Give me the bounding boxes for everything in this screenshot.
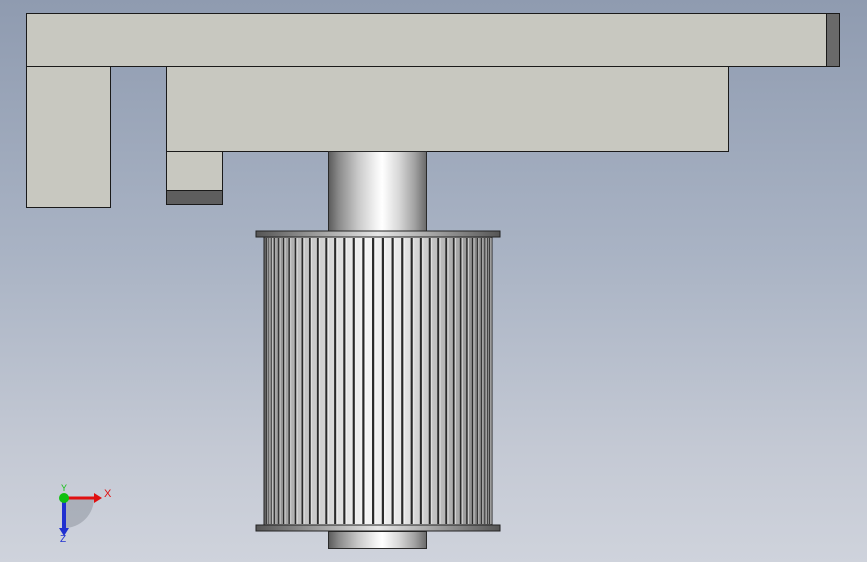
pulley-tooth-groove xyxy=(352,238,355,524)
pulley-tooth-groove xyxy=(445,238,448,524)
pulley-tooth-highlight xyxy=(327,238,329,524)
pulley-tooth-highlight xyxy=(461,238,463,524)
pulley-tooth-groove xyxy=(316,238,319,524)
pulley-tooth-groove xyxy=(372,238,375,524)
pulley-tooth-highlight xyxy=(447,238,449,524)
pulley-tooth-groove xyxy=(419,238,422,524)
top-plate-end-cap[interactable] xyxy=(826,13,840,67)
pulley-tooth-highlight xyxy=(431,238,433,524)
small-block-base[interactable] xyxy=(166,190,223,205)
pulley-tooth-highlight xyxy=(473,238,475,524)
pulley-tooth-highlight xyxy=(275,238,277,524)
pulley-tooth-highlight xyxy=(374,238,376,524)
cad-viewport[interactable]: X Y Z xyxy=(0,0,867,562)
pulley-tooth-groove xyxy=(487,238,488,524)
pulley-body xyxy=(263,236,493,526)
pulley-tooth-groove xyxy=(391,238,394,524)
motor-plate[interactable] xyxy=(166,66,729,152)
pulley-tooth-groove xyxy=(381,238,384,524)
pulley-tooth-groove xyxy=(294,238,297,524)
pulley-tooth-highlight xyxy=(355,238,357,524)
pulley-bottom-flange xyxy=(255,524,501,532)
pulley-tooth-highlight xyxy=(311,238,313,524)
pulley-tooth-groove xyxy=(274,238,275,524)
pulley-tooth-highlight xyxy=(336,238,338,524)
pulley-tooth-highlight xyxy=(345,238,347,524)
pulley-tooth-groove xyxy=(308,238,311,524)
pulley-tooth-highlight xyxy=(296,238,298,524)
pulley-tooth-highlight xyxy=(394,238,396,524)
pulley-tooth-groove xyxy=(471,238,474,524)
pulley-tooth-highlight xyxy=(284,238,286,524)
pulley-tooth-highlight xyxy=(490,238,492,524)
y-axis-label: Y xyxy=(61,484,67,493)
pulley-tooth-groove xyxy=(466,238,468,524)
x-axis-label: X xyxy=(104,488,112,500)
pulley-tooth-highlight xyxy=(290,238,292,524)
pulley-tooth-groove xyxy=(410,238,413,524)
x-axis-arrow xyxy=(94,493,102,503)
pulley-tooth-groove xyxy=(265,238,267,524)
pulley-tooth-highlight xyxy=(303,238,305,524)
pulley-tooth-groove xyxy=(489,238,491,524)
pulley-tooth-highlight xyxy=(413,238,415,524)
pulley-tooth-highlight xyxy=(455,238,456,524)
pulley-tooth-highlight xyxy=(485,238,487,524)
pulley-top-flange xyxy=(255,230,501,238)
pulley-tooth-groove xyxy=(452,238,455,524)
pulley-tooth-groove xyxy=(301,238,304,524)
y-axis-dot xyxy=(59,493,69,503)
z-axis-label: Z xyxy=(60,534,66,544)
pulley-tooth-groove xyxy=(270,238,272,524)
motor-shaft[interactable] xyxy=(328,151,427,232)
pulley-tooth-groove xyxy=(288,238,290,524)
pulley-tooth-groove xyxy=(278,238,280,524)
triad-shadow xyxy=(64,498,94,528)
pulley-tooth-groove xyxy=(488,238,490,524)
pulley-tooth-groove xyxy=(401,238,404,524)
pulley-tooth-highlight xyxy=(422,238,424,524)
left-block[interactable] xyxy=(26,66,111,208)
pulley-tooth-highlight xyxy=(319,238,321,524)
pulley-tooth-highlight xyxy=(365,238,366,524)
pulley-tooth-highlight xyxy=(384,238,386,524)
pulley-tooth-highlight xyxy=(272,238,273,524)
pulley-tooth-groove xyxy=(476,238,478,524)
pulley-tooth-highlight xyxy=(279,238,281,524)
pulley-tooth-groove xyxy=(343,238,346,524)
pulley-tooth-highlight xyxy=(482,238,484,524)
pulley-tooth-groove xyxy=(481,238,482,524)
pulley-tooth-highlight xyxy=(269,238,271,524)
pulley-tooth-groove xyxy=(484,238,486,524)
pulley-tooth-groove xyxy=(437,238,440,524)
pulley-tooth-highlight xyxy=(403,238,405,524)
pulley-tooth-groove xyxy=(362,238,365,524)
pulley-tooth-groove xyxy=(325,238,328,524)
pulley-tooth-groove xyxy=(266,238,268,524)
pulley-tooth-groove xyxy=(459,238,462,524)
timing-pulley[interactable] xyxy=(254,228,502,534)
top-plate[interactable] xyxy=(26,13,840,67)
pulley-tooth-groove xyxy=(428,238,431,524)
pulley-tooth-highlight xyxy=(468,238,469,524)
pulley-tooth-highlight xyxy=(478,238,480,524)
pulley-tooth-groove xyxy=(334,238,337,524)
axis-triad: X Y Z xyxy=(59,484,112,544)
pulley-tooth-groove xyxy=(282,238,285,524)
pulley-tooth-highlight xyxy=(439,238,441,524)
pulley-tooth-groove xyxy=(268,238,269,524)
